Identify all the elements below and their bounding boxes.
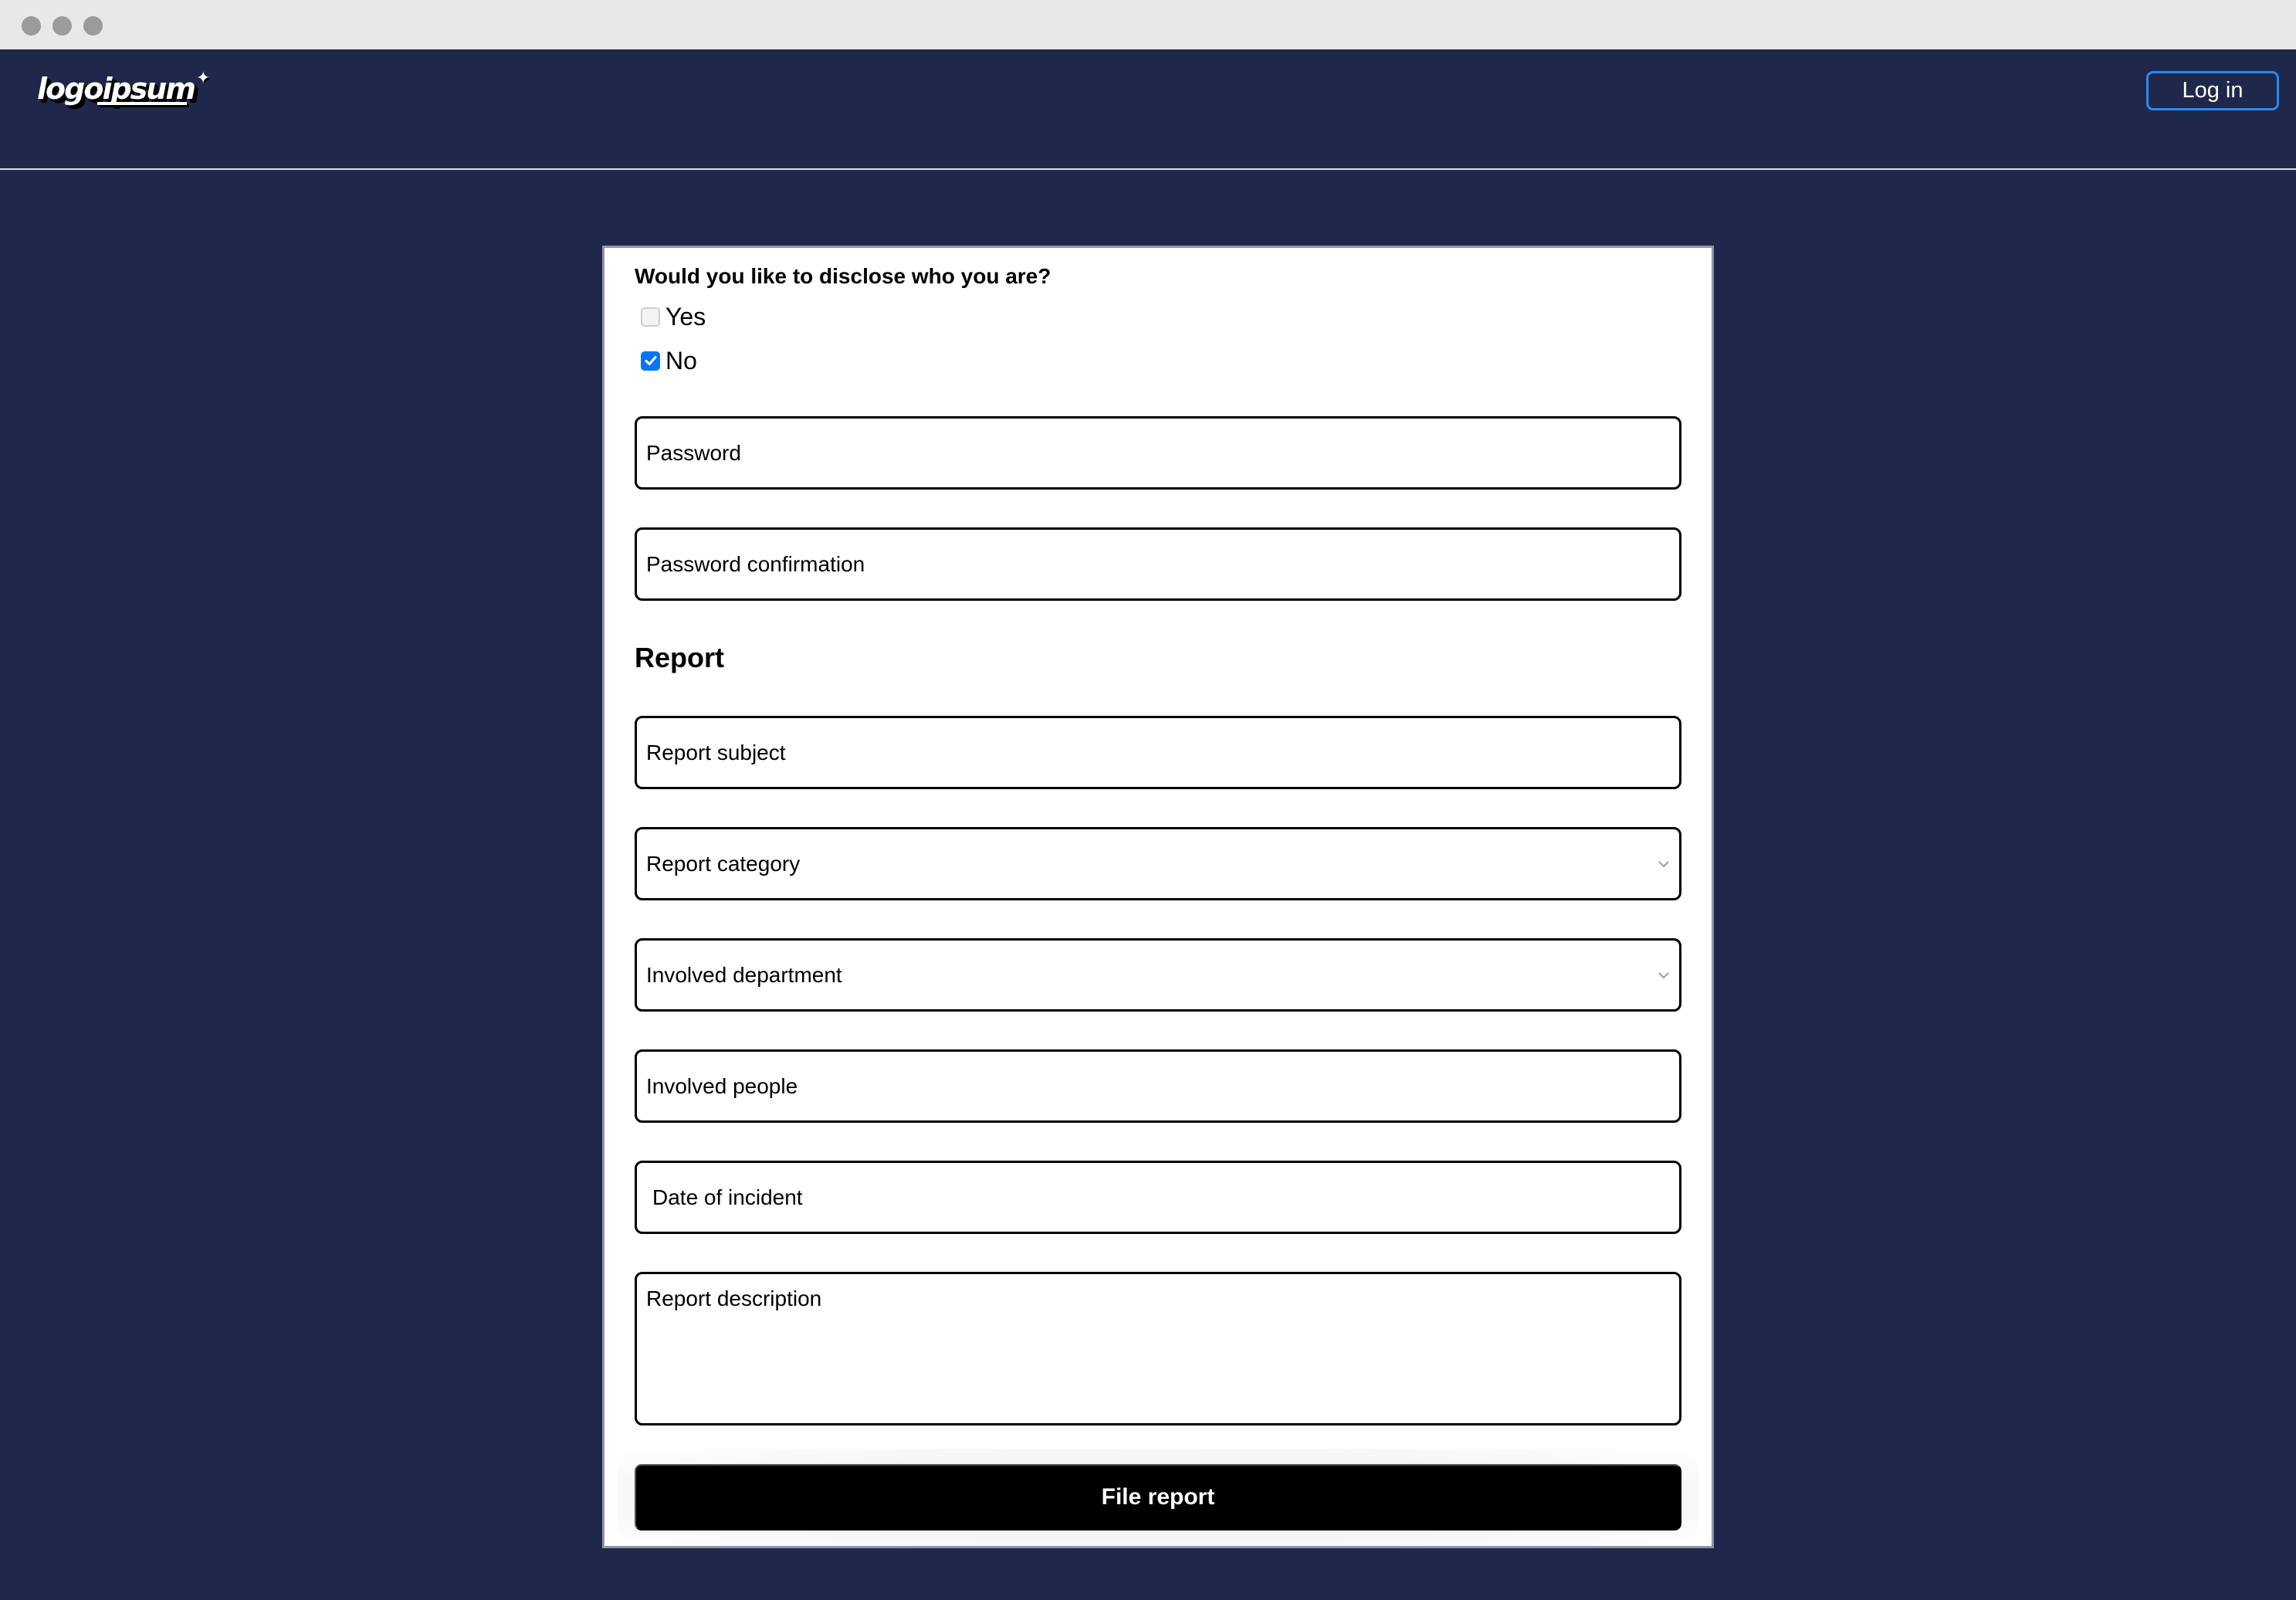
site-logo[interactable]: logoipsum ✦ <box>37 68 211 111</box>
site-header <box>0 49 2296 169</box>
close-window-dot[interactable] <box>22 16 41 36</box>
password-confirmation-placeholder: Password confirmation <box>646 551 865 576</box>
involved-department-select[interactable]: Involved department <box>635 938 1681 1012</box>
no-checkbox[interactable] <box>641 351 660 371</box>
report-description-textarea[interactable]: Report description <box>635 1272 1681 1425</box>
maximize-window-dot[interactable] <box>83 16 103 36</box>
chevron-down-icon <box>1658 971 1669 978</box>
report-subject-placeholder: Report subject <box>646 740 786 764</box>
no-label: No <box>665 347 697 375</box>
yes-label: Yes <box>665 303 706 331</box>
report-description-placeholder: Report description <box>646 1286 822 1310</box>
disclose-identity-question: Would you like to disclose who you are? <box>635 264 1051 288</box>
report-subject-input[interactable]: Report subject <box>635 716 1681 789</box>
checkmark-icon <box>645 356 656 365</box>
minimize-window-dot[interactable] <box>52 16 72 36</box>
date-of-incident-input[interactable]: Date of incident <box>635 1161 1681 1234</box>
login-button[interactable]: Log in <box>2146 71 2279 110</box>
report-category-value: Report category <box>646 851 801 876</box>
disclose-option-yes[interactable]: Yes <box>641 303 706 331</box>
sparkle-icon: ✦ <box>195 68 211 87</box>
involved-people-input[interactable]: Involved people <box>635 1049 1681 1123</box>
date-of-incident-placeholder: Date of incident <box>652 1185 803 1209</box>
password-placeholder: Password <box>646 440 741 465</box>
file-report-button[interactable]: File report <box>635 1464 1681 1531</box>
logo-wordmark: logoipsum <box>37 72 196 106</box>
chevron-down-icon <box>1658 860 1669 867</box>
disclose-option-no[interactable]: No <box>641 347 697 375</box>
yes-checkbox[interactable] <box>641 307 660 327</box>
password-input[interactable]: Password <box>635 416 1681 490</box>
password-confirmation-input[interactable]: Password confirmation <box>635 527 1681 601</box>
report-category-select[interactable]: Report category <box>635 827 1681 900</box>
header-divider <box>0 168 2296 170</box>
window-titlebar <box>0 0 2296 49</box>
involved-department-value: Involved department <box>646 962 842 987</box>
involved-people-placeholder: Involved people <box>646 1073 798 1098</box>
report-section-title: Report <box>635 642 724 673</box>
